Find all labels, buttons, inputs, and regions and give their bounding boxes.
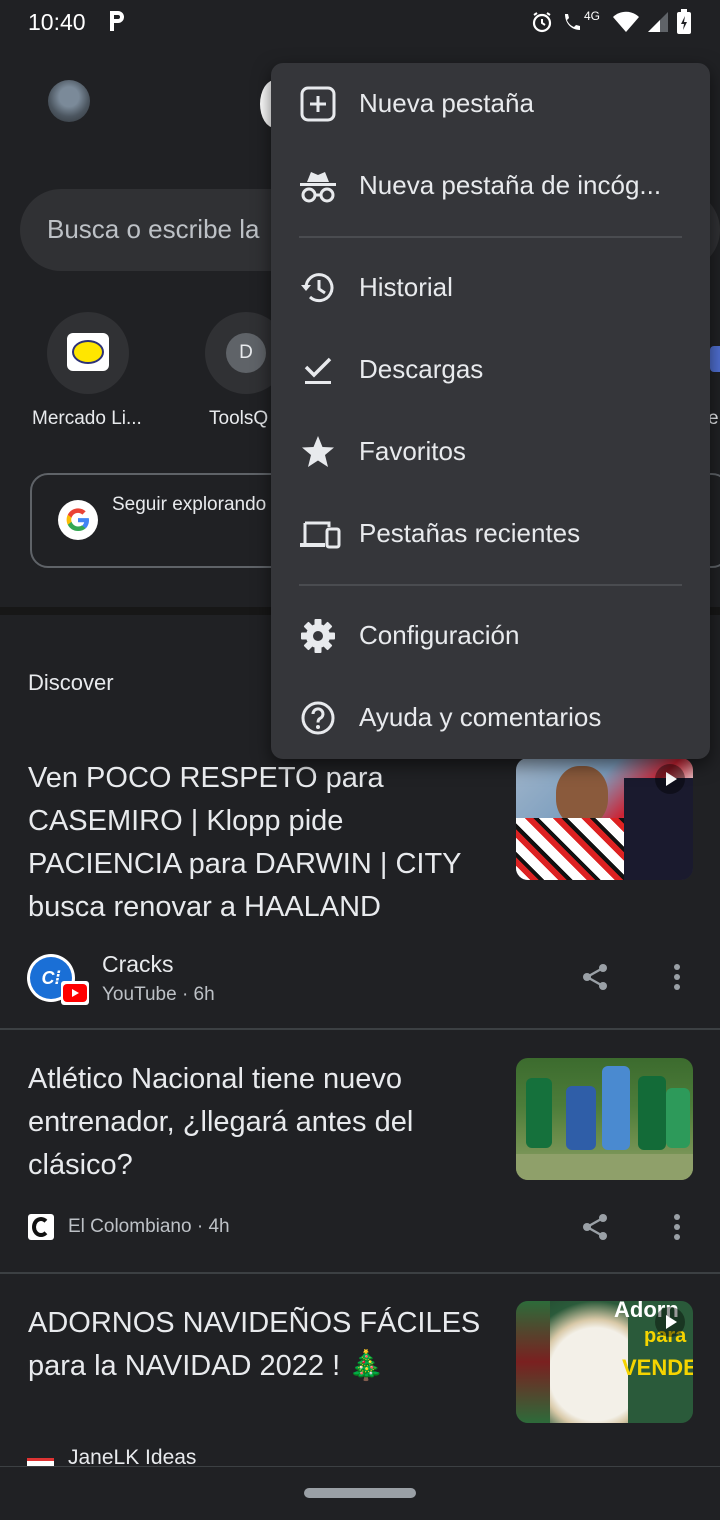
wifi-calling-icon: [564, 14, 580, 30]
menu-item-label: Favoritos: [359, 436, 466, 466]
article-title[interactable]: Ven POCO RESPETO para CASEMIRO | Klopp p…: [28, 757, 498, 929]
menu-item-settings[interactable]: Configuración: [271, 595, 710, 677]
overflow-menu: Nueva pestaña Nueva pestaña de incóg... …: [271, 63, 710, 759]
menu-separator: [299, 236, 682, 238]
status-time: 10:40: [28, 9, 86, 35]
menu-item-label: Configuración: [359, 620, 520, 650]
more-vert-icon[interactable]: [666, 1212, 688, 1242]
status-icons: 4G: [530, 8, 692, 36]
network-type: 4G: [583, 9, 600, 23]
menu-item-incognito[interactable]: Nueva pestaña de incóg...: [271, 145, 710, 227]
menu-item-label: Nueva pestaña: [359, 88, 534, 118]
wifi-icon: [613, 11, 639, 32]
video-play-icon: [655, 1307, 685, 1337]
menu-item-label: Pestañas recientes: [359, 518, 581, 548]
star-icon: [302, 436, 334, 467]
menu-item-help[interactable]: Ayuda y comentarios: [271, 677, 710, 759]
youtube-icon: [61, 981, 89, 1005]
parking-icon: [110, 11, 124, 31]
article-thumbnail[interactable]: Adorn para VENDE: [516, 1301, 693, 1423]
menu-item-recent-tabs[interactable]: Pestañas recientes: [271, 493, 710, 575]
menu-separator: [299, 584, 682, 586]
article-thumbnail[interactable]: [516, 1058, 693, 1180]
discover-title: Discover: [28, 670, 114, 695]
mercadolibre-icon: [67, 333, 109, 371]
new-tab-icon: [300, 86, 336, 122]
article-title[interactable]: ADORNOS NAVIDEÑOS FÁCILES para la NAVIDA…: [28, 1302, 498, 1388]
source-meta: El Colombiano · 4h: [68, 1216, 230, 1237]
card-divider: [0, 1272, 720, 1274]
share-icon[interactable]: [580, 962, 610, 992]
menu-item-bookmarks[interactable]: Favoritos: [271, 411, 710, 493]
channel-avatar: [27, 1458, 54, 1466]
menu-item-label: Ayuda y comentarios: [359, 702, 602, 732]
menu-item-label: Descargas: [359, 354, 484, 384]
menu-item-label: Historial: [359, 272, 453, 302]
help-icon: [301, 701, 335, 735]
share-icon[interactable]: [580, 1212, 610, 1242]
article-title[interactable]: Atlético Nacional tiene nuevo entrenador…: [28, 1058, 498, 1187]
shortcut-label: ToolsQ: [209, 408, 269, 429]
menu-item-label: Nueva pestaña de incóg...: [359, 170, 662, 200]
explore-text: Seguir explorando: [112, 494, 267, 515]
status-bar: 10:40 4G: [0, 0, 720, 46]
avatar[interactable]: [48, 80, 90, 122]
card-divider: [0, 1028, 720, 1030]
gear-icon: [301, 619, 335, 653]
downloads-icon: [304, 357, 332, 384]
source-meta: YouTube · 6h: [102, 984, 215, 1005]
alarm-icon: [532, 12, 552, 33]
more-vert-icon[interactable]: [666, 962, 688, 992]
article-thumbnail[interactable]: [516, 758, 693, 880]
signal-icon: [648, 12, 668, 32]
incognito-icon: [300, 172, 336, 203]
video-play-icon: [655, 764, 685, 794]
battery-icon: [677, 9, 691, 34]
menu-item-downloads[interactable]: Descargas: [271, 329, 710, 411]
search-placeholder: Busca o escribe la: [47, 214, 260, 244]
el-colombiano-icon: [28, 1214, 54, 1240]
gesture-handle[interactable]: [304, 1488, 416, 1498]
partial-shortcut-icon[interactable]: [710, 346, 720, 372]
google-g-icon: [58, 500, 98, 540]
source-name: Cracks: [102, 951, 174, 977]
menu-item-history[interactable]: Historial: [271, 247, 710, 329]
shortcut-label: Mercado Li...: [32, 408, 142, 429]
shortcut-tile-mercadolibre[interactable]: [47, 312, 129, 394]
letter-d-icon: D: [226, 333, 266, 373]
menu-item-new-tab[interactable]: Nueva pestaña: [271, 63, 710, 145]
history-icon: [301, 273, 334, 303]
thumbnail-text: VENDE: [622, 1355, 693, 1380]
devices-icon: [300, 521, 341, 549]
